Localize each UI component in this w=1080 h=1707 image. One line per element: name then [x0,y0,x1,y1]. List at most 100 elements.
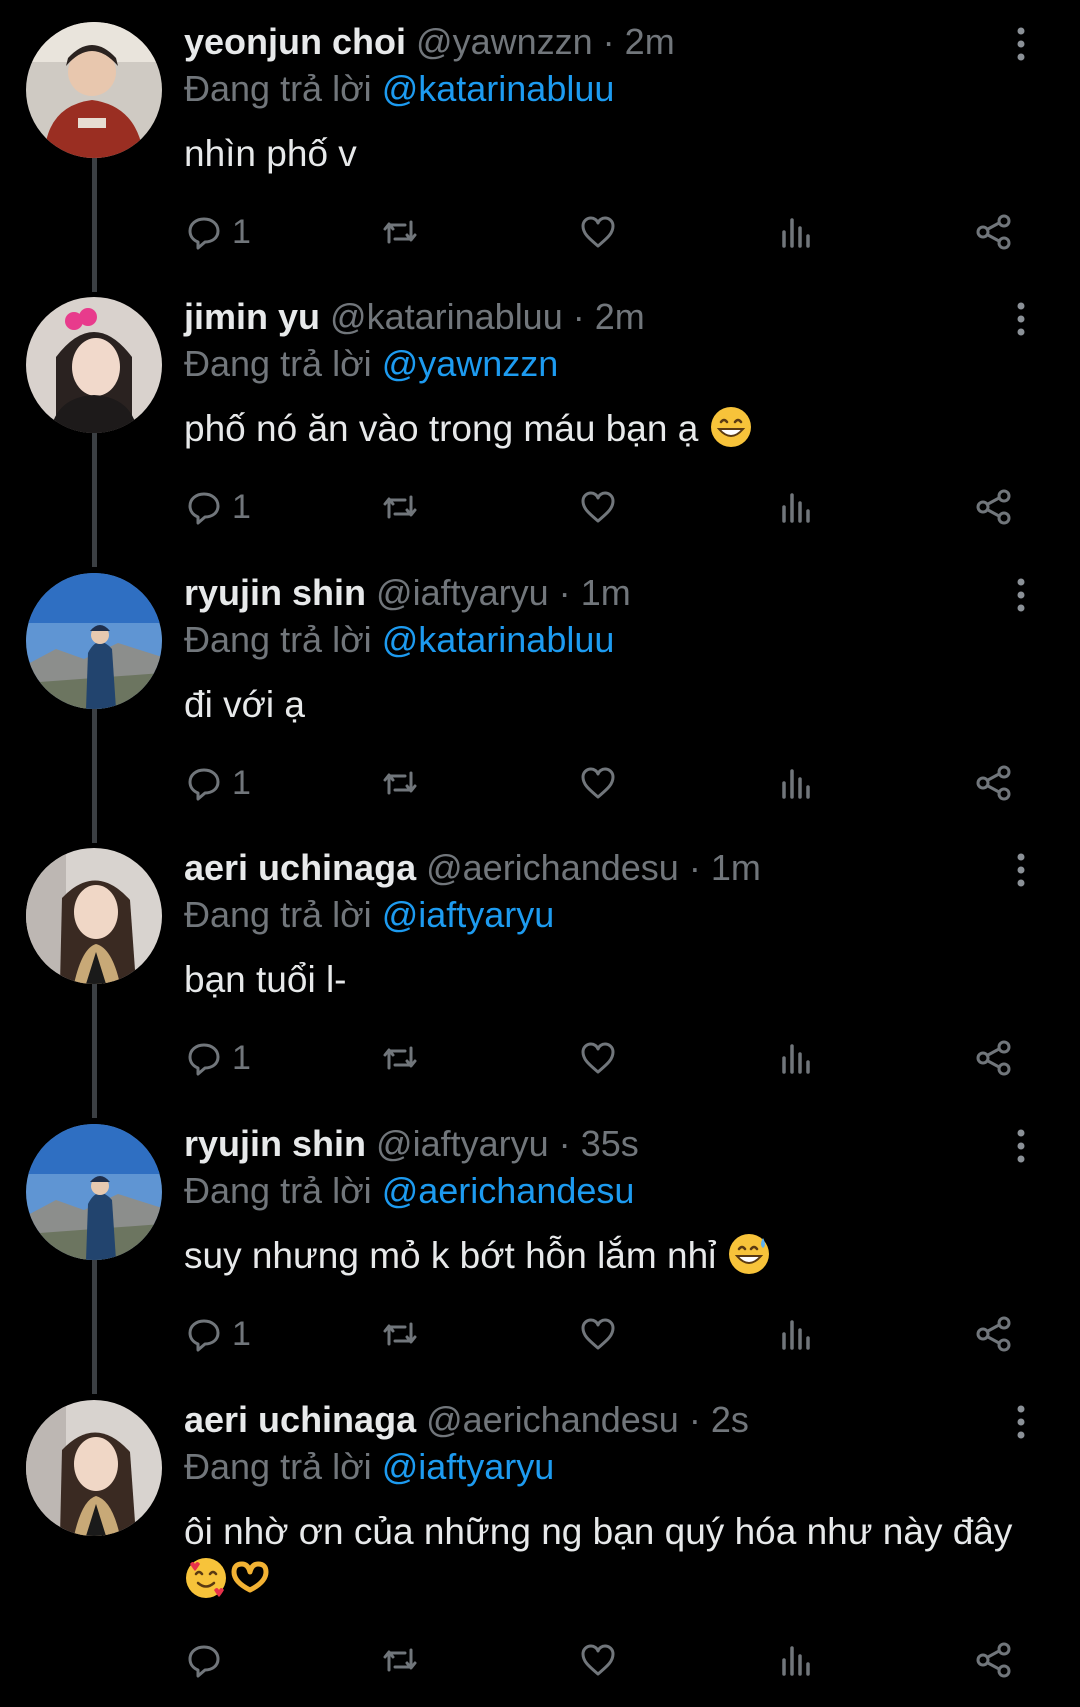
replying-label: Đang trả lời [184,343,372,384]
display-name[interactable]: ryujin shin [184,1123,366,1164]
heart-hands-emoji [231,1561,269,1593]
timestamp[interactable]: 1m [711,847,761,888]
reply-button[interactable]: 1 [184,483,251,531]
tweet[interactable]: ryujin shin @iaftyaryu · 35s Đang trả lờ… [0,1102,1080,1394]
views-button[interactable] [776,208,816,256]
reply-button[interactable]: 1 [184,1310,251,1358]
share-button[interactable] [974,208,1014,256]
tweet[interactable]: yeonjun choi @yawnzzn · 2m Đang trả lời … [0,0,1080,292]
tweet[interactable]: aeri uchinaga @aerichandesu · 2s Đang tr… [0,1378,1080,1707]
retweet-button[interactable] [380,759,420,807]
timestamp[interactable]: 2m [595,296,645,337]
retweet-button[interactable] [380,1034,420,1082]
tweet-header: ryujin shin @iaftyaryu · 1m [184,571,631,615]
timestamp[interactable]: 2m [625,21,675,62]
reply-icon [188,1319,220,1352]
views-button[interactable] [776,1034,816,1082]
display-name[interactable]: aeri uchinaga [184,1399,416,1440]
more-options-icon[interactable] [1014,852,1028,888]
tweet-text: phố nó ăn vào trong máu bạn ạ [184,405,1024,453]
share-button[interactable] [974,1310,1014,1358]
retweet-icon [383,220,417,244]
reply-mention[interactable]: @yawnzzn [382,343,559,384]
reply-mention[interactable]: @katarinabluu [382,619,615,660]
thread-connector [92,138,97,292]
avatar[interactable] [26,1124,162,1260]
display-name[interactable]: ryujin shin [184,572,366,613]
user-handle[interactable]: @katarinabluu [330,296,563,337]
share-icon [976,489,1011,525]
more-options-icon[interactable] [1014,26,1028,62]
timestamp[interactable]: 2s [711,1399,749,1440]
retweet-button[interactable] [380,208,420,256]
timestamp[interactable]: 35s [581,1123,639,1164]
tweet[interactable]: aeri uchinaga @aerichandesu · 1m Đang tr… [0,826,1080,1118]
user-handle[interactable]: @iaftyaryu [376,1123,549,1164]
replying-to: Đang trả lời @iaftyaryu [184,893,554,937]
avatar[interactable] [26,848,162,984]
more-options-icon[interactable] [1014,1404,1028,1440]
tweet-text-content: ôi nhờ ơn của những ng bạn quý hóa như n… [184,1511,1013,1552]
reply-mention[interactable]: @katarinabluu [382,68,615,109]
user-handle[interactable]: @aerichandesu [426,847,679,888]
display-name[interactable]: aeri uchinaga [184,847,416,888]
avatar[interactable] [26,1400,162,1536]
user-handle[interactable]: @aerichandesu [426,1399,679,1440]
tweet-header: jimin yu @katarinabluu · 2m [184,295,645,339]
retweet-button[interactable] [380,483,420,531]
like-button[interactable] [578,1636,618,1684]
like-button[interactable] [578,759,618,807]
reply-count: 1 [232,1314,251,1353]
reply-icon [188,1645,220,1678]
tweet-text: đi với ạ [184,681,1024,729]
avatar[interactable] [26,297,162,433]
tweet-text: bạn tuổi l- [184,956,1024,1004]
reply-count: 1 [232,212,251,251]
share-button[interactable] [974,759,1014,807]
views-button[interactable] [776,483,816,531]
tweet-header: ryujin shin @iaftyaryu · 35s [184,1122,639,1166]
views-button[interactable] [776,1636,816,1684]
like-button[interactable] [578,1310,618,1358]
reply-button[interactable]: 1 [184,208,251,256]
reply-icon [188,217,220,250]
tweet-actions: 1 [184,483,1034,531]
user-handle[interactable]: @iaftyaryu [376,572,549,613]
share-button[interactable] [974,1636,1014,1684]
more-options-icon[interactable] [1014,577,1028,613]
retweet-button[interactable] [380,1310,420,1358]
tweet[interactable]: ryujin shin @iaftyaryu · 1m Đang trả lời… [0,551,1080,843]
views-button[interactable] [776,759,816,807]
replying-to: Đang trả lời @aerichandesu [184,1169,634,1213]
reply-button[interactable]: 1 [184,1034,251,1082]
tweet[interactable]: jimin yu @katarinabluu · 2m Đang trả lời… [0,275,1080,567]
display-name[interactable]: jimin yu [184,296,320,337]
avatar[interactable] [26,573,162,709]
reply-button[interactable]: 1 [184,759,251,807]
share-button[interactable] [974,483,1014,531]
reply-button[interactable] [184,1636,232,1684]
timestamp[interactable]: 1m [581,572,631,613]
share-button[interactable] [974,1034,1014,1082]
reply-icon [188,768,220,801]
reply-thread: yeonjun choi @yawnzzn · 2m Đang trả lời … [0,0,1080,1707]
display-name[interactable]: yeonjun choi [184,21,406,62]
retweet-icon [383,1322,417,1346]
reply-mention[interactable]: @aerichandesu [382,1170,635,1211]
like-button[interactable] [578,208,618,256]
user-handle[interactable]: @yawnzzn [416,21,593,62]
retweet-button[interactable] [380,1636,420,1684]
avatar[interactable] [26,22,162,158]
tweet-text-content: nhìn phố v [184,133,357,174]
replying-label: Đang trả lời [184,619,372,660]
like-button[interactable] [578,483,618,531]
replying-label: Đang trả lời [184,894,372,935]
views-button[interactable] [776,1310,816,1358]
more-options-icon[interactable] [1014,1128,1028,1164]
like-button[interactable] [578,1034,618,1082]
heart-icon [581,1318,615,1350]
reply-mention[interactable]: @iaftyaryu [382,1446,555,1487]
reply-mention[interactable]: @iaftyaryu [382,894,555,935]
tweet-text-content: bạn tuổi l- [184,959,347,1000]
more-options-icon[interactable] [1014,301,1028,337]
